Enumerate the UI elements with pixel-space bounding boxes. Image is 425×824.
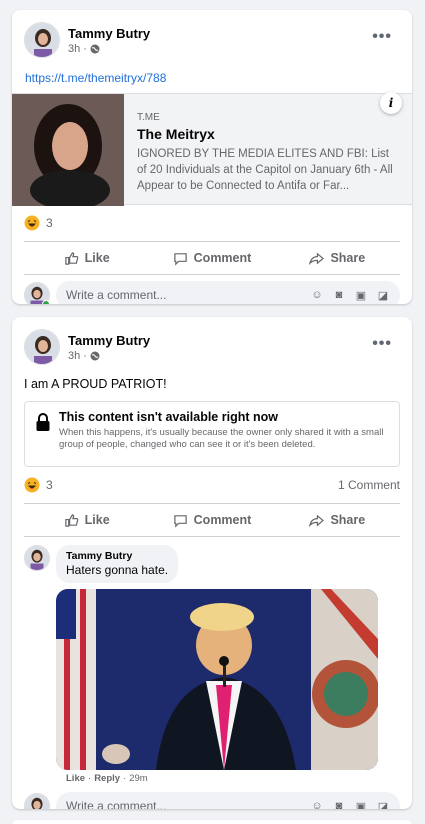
comment-text: Haters gonna hate. — [66, 563, 169, 577]
next-post-card — [12, 820, 412, 824]
comment-input[interactable]: Write a comment... ☺ ◙ ▣ ◪ — [56, 792, 400, 809]
like-button[interactable]: Like — [24, 504, 149, 536]
like-icon — [64, 251, 78, 265]
comment-like-link[interactable]: Like — [66, 773, 85, 784]
author-name[interactable]: Tammy Butry — [68, 333, 150, 348]
reaction-summary[interactable]: 3 1 Comment — [12, 467, 412, 503]
author-name[interactable]: Tammy Butry — [68, 26, 150, 41]
emoji-icon[interactable]: ☺ — [310, 288, 324, 302]
post-card-1: Tammy Butry 3h · ••• https://t.me/themei… — [12, 10, 412, 304]
info-icon[interactable]: i — [380, 92, 402, 114]
preview-description: IGNORED BY THE MEDIA ELITES AND FBI: Lis… — [137, 148, 393, 192]
preview-domain: T.ME — [137, 112, 160, 123]
commenter-name[interactable]: Tammy Butry — [66, 550, 168, 562]
comment-reply-link[interactable]: Reply — [94, 773, 120, 784]
avatar[interactable] — [24, 329, 60, 365]
comment-input[interactable]: Write a comment... ☺ ◙ ▣ ◪ — [56, 281, 400, 304]
share-label: Share — [330, 251, 366, 265]
comment-icon — [173, 252, 187, 266]
more-options-icon[interactable]: ••• — [372, 28, 392, 46]
link-preview[interactable]: T.ME The Meitryx IGNORED BY THE MEDIA EL… — [12, 92, 412, 210]
comment-composer: Write a comment... ☺ ◙ ▣ ◪ — [12, 784, 412, 809]
comment-count[interactable]: 1 Comment — [338, 478, 400, 492]
preview-title: The Meitryx — [137, 126, 215, 142]
like-button[interactable]: Like — [24, 242, 149, 274]
gif-icon[interactable]: ▣ — [354, 288, 368, 302]
reaction-count: 3 — [46, 478, 53, 492]
share-icon — [309, 252, 325, 265]
sticker-icon[interactable]: ◪ — [376, 799, 390, 810]
reaction-summary[interactable]: 3 — [12, 205, 412, 241]
post-header: Tammy Butry 3h · ••• — [12, 317, 412, 367]
like-label: Like — [84, 513, 110, 527]
avatar[interactable] — [24, 22, 60, 58]
like-label: Like — [84, 251, 110, 265]
comment-label: Comment — [193, 513, 252, 527]
comment-meta: Like · Reply · 29m — [66, 773, 148, 784]
preview-image — [12, 94, 124, 210]
unavailable-description: When this happens, it's usually because … — [59, 427, 384, 450]
like-icon — [64, 513, 78, 527]
comment-label: Comment — [193, 251, 252, 265]
post-time[interactable]: 3h · — [68, 350, 87, 362]
comment-button[interactable]: Comment — [149, 504, 274, 536]
globe-icon — [90, 44, 100, 53]
share-button[interactable]: Share — [275, 242, 400, 274]
unavailable-content-box: This content isn't available right now W… — [24, 401, 400, 467]
share-button[interactable]: Share — [275, 504, 400, 536]
comment-placeholder: Write a comment... — [66, 288, 167, 302]
haha-reaction-icon — [24, 215, 40, 231]
more-options-icon[interactable]: ••• — [372, 335, 392, 353]
share-icon — [309, 514, 325, 527]
online-indicator — [42, 300, 50, 304]
comment-button[interactable]: Comment — [149, 242, 274, 274]
user-avatar[interactable] — [24, 282, 50, 304]
comment-bubble: Tammy Butry Haters gonna hate. — [56, 545, 179, 583]
comment-icon — [173, 514, 187, 528]
comment: Tammy Butry Haters gonna hate. — [12, 537, 412, 583]
commenter-avatar[interactable] — [24, 545, 50, 571]
camera-icon[interactable]: ◙ — [332, 799, 346, 809]
unavailable-title: This content isn't available right now — [59, 410, 278, 424]
post-header: Tammy Butry 3h · ••• — [12, 10, 412, 60]
comment-placeholder: Write a comment... — [66, 799, 167, 809]
gif-icon[interactable]: ▣ — [354, 799, 368, 810]
post-time[interactable]: 3h · — [68, 43, 87, 55]
reaction-count: 3 — [46, 216, 53, 230]
lock-icon — [36, 413, 50, 431]
comment-composer: Write a comment... ☺ ◙ ▣ ◪ — [12, 275, 412, 304]
comment-image[interactable] — [56, 589, 378, 770]
comment-time[interactable]: 29m — [129, 773, 147, 784]
camera-icon[interactable]: ◙ — [332, 288, 346, 302]
user-avatar[interactable] — [24, 793, 50, 809]
haha-reaction-icon — [24, 477, 40, 493]
post-card-2: Tammy Butry 3h · ••• I am A PROUD PATRIO… — [12, 317, 412, 809]
emoji-icon[interactable]: ☺ — [310, 799, 324, 809]
post-text: I am A PROUD PATRIOT! — [24, 377, 167, 391]
action-bar: Like Comment Share — [24, 503, 400, 537]
share-label: Share — [330, 513, 366, 527]
sticker-icon[interactable]: ◪ — [376, 288, 390, 302]
globe-icon — [90, 351, 100, 360]
action-bar: Like Comment Share — [24, 241, 400, 275]
post-link[interactable]: https://t.me/themeitryx/788 — [12, 60, 412, 85]
